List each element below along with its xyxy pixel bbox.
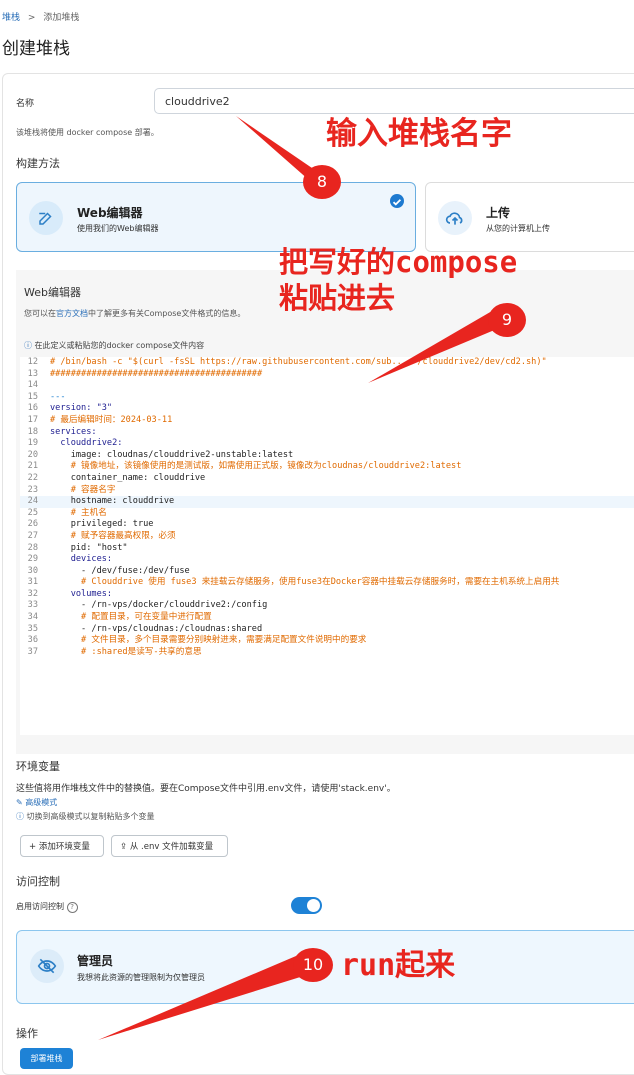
annotation-9-line1: 把写好的compose bbox=[279, 245, 518, 279]
annotation-9-line2: 粘贴进去 bbox=[279, 281, 396, 315]
annotation-10-text: run起来 bbox=[341, 948, 456, 983]
annotation-9-text: 把写好的compose 粘贴进去 bbox=[279, 244, 517, 316]
annotation-10-badge: 10 bbox=[293, 948, 333, 982]
annotation-9-badge: 9 bbox=[488, 303, 526, 337]
annotation-arrow-10 bbox=[98, 956, 310, 1040]
annotation-overlay bbox=[98, 116, 504, 1040]
annotation-8-badge: 8 bbox=[303, 165, 341, 199]
annotation-arrow-9 bbox=[368, 311, 504, 383]
annotation-8-text: 输入堆栈名字 bbox=[326, 116, 512, 152]
